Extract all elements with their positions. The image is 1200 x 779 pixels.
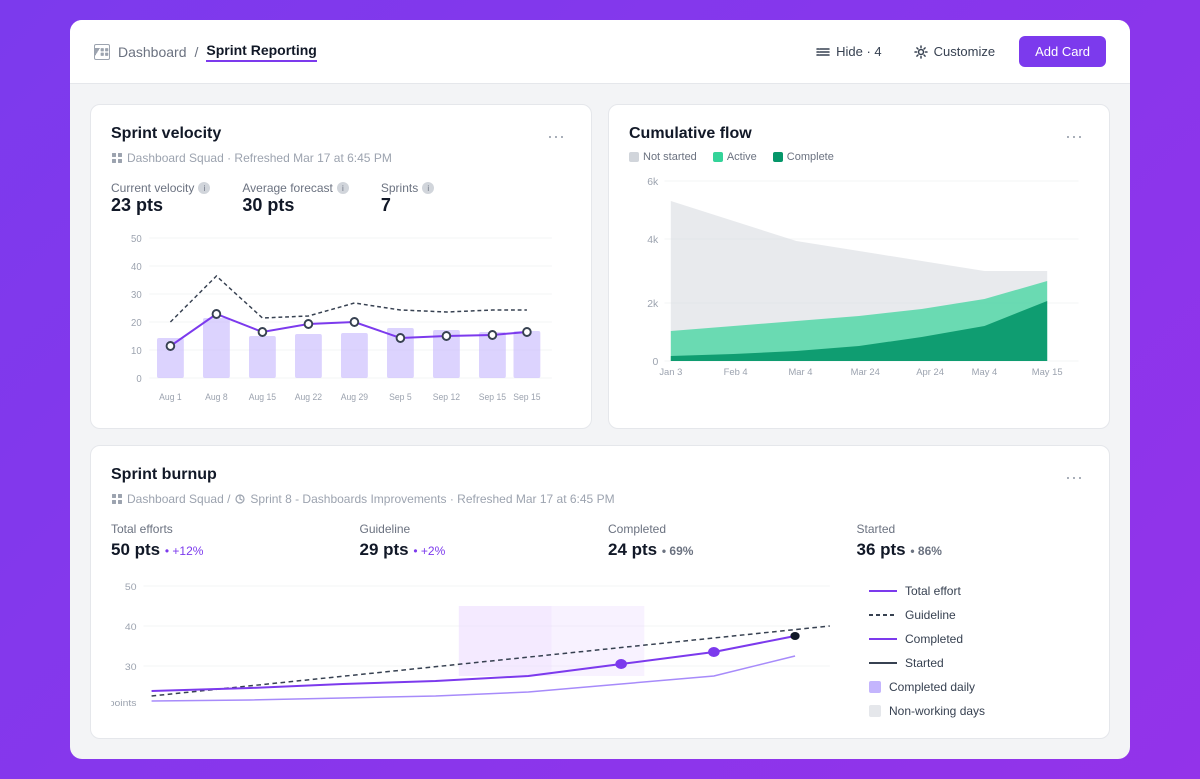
header: Dashboard / Sprint Reporting Hide · 4 Cu… xyxy=(70,20,1130,84)
svg-text:50: 50 xyxy=(131,234,142,245)
hide-icon xyxy=(816,45,830,59)
burnup-stats: Total efforts 50 pts • +12% Guideline 29… xyxy=(111,522,1089,560)
sprints-stat: Sprints i 7 xyxy=(381,181,434,216)
started-stat: Started 36 pts • 86% xyxy=(857,522,1090,560)
sprint-velocity-stats: Current velocity i 23 pts Average foreca… xyxy=(111,181,571,216)
cumulative-flow-title: Cumulative flow xyxy=(629,125,752,143)
svg-text:Sep 12: Sep 12 xyxy=(433,392,460,402)
svg-text:Mar 4: Mar 4 xyxy=(788,367,812,377)
guideline-stat: Guideline 29 pts • +2% xyxy=(360,522,593,560)
svg-text:Aug 29: Aug 29 xyxy=(341,392,368,402)
svg-text:Aug 22: Aug 22 xyxy=(295,392,322,402)
dashboard-small-icon xyxy=(111,152,123,164)
sprint-burnup-more-button[interactable]: ··· xyxy=(1059,466,1089,488)
svg-text:2k: 2k xyxy=(647,299,659,310)
cumulative-flow-more-button[interactable]: ··· xyxy=(1059,125,1089,147)
info-icon: i xyxy=(198,182,210,194)
svg-text:Apr 24: Apr 24 xyxy=(916,367,944,377)
svg-text:40: 40 xyxy=(125,623,137,633)
sprint-velocity-card: Sprint velocity ··· Dashboard Squad · Re… xyxy=(90,104,592,429)
sprint-burnup-card: Sprint burnup ··· Dashboard Squad / Spri… xyxy=(90,445,1110,739)
svg-text:6k: 6k xyxy=(647,177,659,188)
info-icon-3: i xyxy=(422,182,434,194)
burnup-chart: 50 40 30 points xyxy=(111,576,853,716)
breadcrumb-home[interactable]: Dashboard xyxy=(118,44,187,60)
svg-text:Sep 15: Sep 15 xyxy=(479,392,506,402)
sprint-burnup-meta: Dashboard Squad / Sprint 8 - Dashboards … xyxy=(111,492,1089,506)
svg-text:0: 0 xyxy=(136,374,142,385)
top-row: Sprint velocity ··· Dashboard Squad · Re… xyxy=(90,104,1110,429)
sprint-burnup-title: Sprint burnup xyxy=(111,466,217,484)
svg-text:Feb 4: Feb 4 xyxy=(724,367,748,377)
svg-text:10: 10 xyxy=(131,346,142,357)
sprint-velocity-chart: 50 40 30 20 10 0 xyxy=(111,228,571,408)
breadcrumb-separator: / xyxy=(195,44,199,60)
legend-guideline: Guideline xyxy=(869,608,1089,622)
dashboard-small-icon-2 xyxy=(111,493,123,505)
svg-text:Sep 5: Sep 5 xyxy=(389,392,412,402)
main-container: Dashboard / Sprint Reporting Hide · 4 Cu… xyxy=(70,20,1130,759)
sprint-velocity-header: Sprint velocity ··· xyxy=(111,125,571,147)
sprints-value: 7 xyxy=(381,195,434,216)
cumulative-flow-legend: Not started Active Complete xyxy=(629,151,1089,163)
svg-text:Mar 24: Mar 24 xyxy=(851,367,880,377)
svg-text:30: 30 xyxy=(131,290,142,301)
sprint-icon xyxy=(234,493,246,505)
breadcrumb-current: Sprint Reporting xyxy=(206,42,316,62)
legend-not-started: Not started xyxy=(629,151,697,163)
legend-non-working-days: Non-working days xyxy=(869,704,1089,718)
svg-text:May 4: May 4 xyxy=(972,367,998,377)
completed-stat: Completed 24 pts • 69% xyxy=(608,522,841,560)
customize-button[interactable]: Customize xyxy=(906,38,1003,65)
legend-completed: Completed xyxy=(869,632,1089,646)
svg-text:Aug 1: Aug 1 xyxy=(159,392,182,402)
cumulative-flow-chart: 6k 4k 2k 0 xyxy=(629,171,1089,351)
add-card-button[interactable]: Add Card xyxy=(1019,36,1106,67)
dashed-line-icon xyxy=(869,613,897,617)
header-actions: Hide · 4 Customize Add Card xyxy=(808,36,1106,67)
info-icon-2: i xyxy=(337,182,349,194)
sprint-velocity-meta: Dashboard Squad · Refreshed Mar 17 at 6:… xyxy=(111,151,571,165)
svg-text:Jan 3: Jan 3 xyxy=(659,367,682,377)
svg-text:50: 50 xyxy=(125,583,137,593)
total-efforts-stat: Total efforts 50 pts • +12% xyxy=(111,522,344,560)
cumulative-flow-header: Cumulative flow ··· xyxy=(629,125,1089,147)
svg-text:Aug 15: Aug 15 xyxy=(249,392,276,402)
average-forecast-stat: Average forecast i 30 pts xyxy=(242,181,349,216)
legend-completed-daily: Completed daily xyxy=(869,680,1089,694)
breadcrumb: Dashboard / Sprint Reporting xyxy=(94,42,317,62)
average-forecast-value: 30 pts xyxy=(242,195,349,216)
svg-text:points: points xyxy=(111,699,137,709)
burnup-legend: Total effort Guideline Completed Started xyxy=(869,576,1089,718)
dashboard-icon xyxy=(94,44,110,60)
svg-text:Aug 8: Aug 8 xyxy=(205,392,228,402)
svg-text:40: 40 xyxy=(131,262,142,273)
burnup-bottom: 50 40 30 points xyxy=(111,576,1089,718)
sprint-velocity-more-button[interactable]: ··· xyxy=(541,125,571,147)
sprint-burnup-header: Sprint burnup ··· xyxy=(111,466,1089,488)
svg-text:0: 0 xyxy=(652,357,658,368)
sprint-velocity-title: Sprint velocity xyxy=(111,125,221,143)
svg-text:4k: 4k xyxy=(647,235,659,246)
svg-text:May 15: May 15 xyxy=(1032,367,1063,377)
current-velocity-value: 23 pts xyxy=(111,195,210,216)
svg-text:20: 20 xyxy=(131,318,142,329)
legend-total-effort: Total effort xyxy=(869,584,1089,598)
legend-complete: Complete xyxy=(773,151,834,163)
svg-text:30: 30 xyxy=(125,663,137,673)
hide-button[interactable]: Hide · 4 xyxy=(808,38,890,65)
content: Sprint velocity ··· Dashboard Squad · Re… xyxy=(70,84,1130,759)
svg-text:Sep 15: Sep 15 xyxy=(513,392,540,402)
current-velocity-stat: Current velocity i 23 pts xyxy=(111,181,210,216)
gear-icon xyxy=(914,45,928,59)
legend-started: Started xyxy=(869,656,1089,670)
cumulative-flow-card: Cumulative flow ··· Not started Active xyxy=(608,104,1110,429)
legend-active: Active xyxy=(713,151,757,163)
